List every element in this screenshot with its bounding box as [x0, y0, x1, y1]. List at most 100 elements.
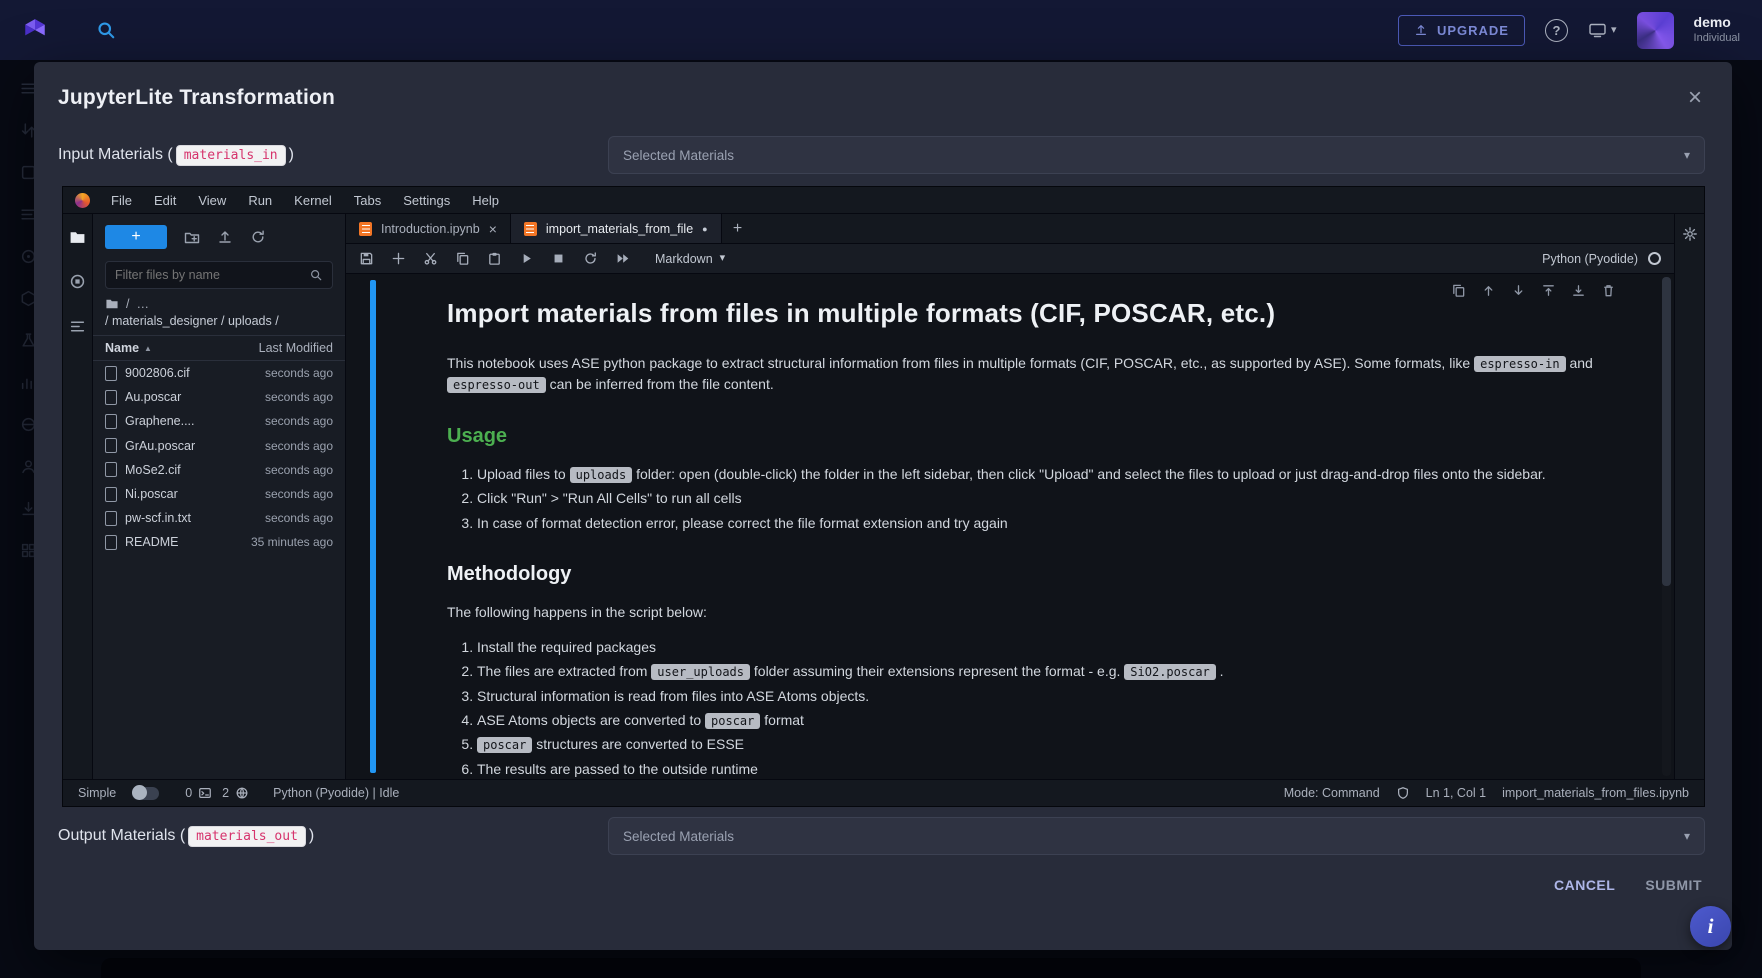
output-materials-select[interactable]: Selected Materials ▾	[608, 817, 1705, 855]
file-row[interactable]: README35 minutes ago	[93, 530, 345, 554]
copy-icon[interactable]	[455, 251, 470, 266]
output-materials-row: Output Materials ( materials_out ) Selec…	[34, 817, 1732, 855]
save-icon[interactable]	[359, 251, 374, 266]
breadcrumb-path[interactable]: / materials_designer / uploads /	[93, 311, 345, 335]
kernel-indicator: Python (Pyodide)	[1542, 252, 1661, 266]
terminals-count-group[interactable]: 0	[185, 786, 212, 800]
chevron-down-icon: ▾	[720, 253, 726, 264]
materials-out-chip: materials_out	[188, 826, 306, 847]
folder-tab-icon[interactable]	[69, 230, 86, 245]
file-row[interactable]: Ni.poscarseconds ago	[93, 482, 345, 506]
move-cell-up-icon[interactable]	[1481, 283, 1496, 298]
menu-kernel[interactable]: Kernel	[283, 193, 343, 208]
notebook-tabbar: Introduction.ipynb × import_materials_fr…	[346, 214, 1674, 244]
help-icon[interactable]: ?	[1545, 19, 1568, 42]
kernel-status[interactable]: Python (Pyodide) | Idle	[273, 786, 399, 800]
move-cell-down-icon[interactable]	[1511, 283, 1526, 298]
globe-icon	[235, 786, 249, 800]
new-folder-icon[interactable]	[184, 229, 200, 245]
cut-icon[interactable]	[423, 251, 438, 266]
file-row[interactable]: MoSe2.cifseconds ago	[93, 458, 345, 482]
breadcrumb-root[interactable]: /	[126, 297, 129, 311]
select-label: Selected Materials	[623, 148, 734, 163]
run-all-icon[interactable]	[615, 251, 630, 266]
file-row[interactable]: Graphene....seconds ago	[93, 409, 345, 433]
file-row[interactable]: pw-scf.in.txtseconds ago	[93, 506, 345, 530]
cell-type-select[interactable]: Markdown ▾	[655, 252, 725, 266]
file-icon	[105, 535, 117, 550]
output-materials-label: Output Materials ( materials_out )	[58, 826, 314, 847]
simple-mode-label: Simple	[78, 786, 116, 800]
dialog-title: JupyterLite Transformation	[58, 86, 335, 110]
user-block[interactable]: demo Individual	[1694, 14, 1740, 45]
menu-run[interactable]: Run	[237, 193, 283, 208]
new-launcher-button[interactable]: +	[105, 225, 167, 249]
cancel-button[interactable]: CANCEL	[1554, 877, 1615, 893]
submit-button[interactable]: SUBMIT	[1645, 877, 1702, 893]
upgrade-button[interactable]: UPGRADE	[1398, 15, 1525, 46]
tab-introduction[interactable]: Introduction.ipynb ×	[346, 214, 511, 243]
jupyterlite-logo-icon	[75, 193, 90, 208]
file-filter	[105, 261, 333, 289]
menu-view[interactable]: View	[187, 193, 237, 208]
active-filename[interactable]: import_materials_from_files.ipynb	[1502, 786, 1689, 800]
avatar[interactable]	[1637, 12, 1674, 49]
scrollbar-thumb[interactable]	[1662, 277, 1671, 586]
table-of-contents-icon[interactable]	[69, 318, 86, 335]
insert-cell-below-icon[interactable]	[1571, 283, 1586, 298]
select-label: Selected Materials	[623, 829, 734, 844]
file-row[interactable]: GrAu.poscarseconds ago	[93, 434, 345, 458]
user-name: demo	[1694, 14, 1740, 32]
simple-mode-toggle[interactable]	[132, 787, 159, 800]
kernels-count-group[interactable]: 2	[222, 786, 249, 800]
mat3ra-logo[interactable]	[22, 17, 48, 43]
stop-icon[interactable]	[551, 251, 566, 266]
methodology-intro: The following happens in the script belo…	[447, 602, 1628, 623]
jupyterlite-transformation-dialog: JupyterLite Transformation × Input Mater…	[34, 62, 1732, 950]
input-materials-select[interactable]: Selected Materials ▾	[608, 136, 1705, 174]
menu-tabs[interactable]: Tabs	[343, 193, 392, 208]
usage-heading: Usage	[447, 421, 1628, 451]
upload-icon[interactable]	[217, 229, 233, 245]
kernel-name[interactable]: Python (Pyodide)	[1542, 252, 1638, 266]
breadcrumb[interactable]: / …	[93, 293, 345, 311]
refresh-icon[interactable]	[250, 229, 266, 245]
tab-import-materials[interactable]: import_materials_from_file ●	[511, 214, 722, 243]
chevron-down-icon: ▾	[1611, 25, 1617, 36]
duplicate-cell-icon[interactable]	[1451, 283, 1466, 298]
menu-file[interactable]: File	[100, 193, 143, 208]
close-icon[interactable]: ×	[1688, 86, 1702, 110]
menu-settings[interactable]: Settings	[392, 193, 461, 208]
input-materials-label: Input Materials ( materials_in )	[58, 145, 294, 166]
user-plan: Individual	[1694, 32, 1740, 46]
breadcrumb-ellipsis[interactable]: …	[136, 297, 149, 311]
usage-item: Upload files to uploads folder: open (do…	[477, 464, 1628, 484]
paste-icon[interactable]	[487, 251, 502, 266]
unsaved-dot-icon: ●	[702, 224, 707, 234]
menu-help[interactable]: Help	[461, 193, 510, 208]
insert-cell-icon[interactable]	[391, 251, 406, 266]
file-row[interactable]: 9002806.cifseconds ago	[93, 361, 345, 385]
info-fab[interactable]: i	[1690, 906, 1731, 947]
property-inspector-gear-icon[interactable]	[1682, 226, 1698, 242]
methodology-list: Install the required packages The files …	[447, 637, 1628, 779]
notebook-scrollbar[interactable]	[1662, 277, 1671, 776]
delete-cell-icon[interactable]	[1601, 283, 1616, 298]
menu-edit[interactable]: Edit	[143, 193, 187, 208]
kernel-idle-icon[interactable]	[1648, 252, 1661, 265]
usage-item: Click "Run" > "Run All Cells" to run all…	[477, 488, 1628, 508]
insert-cell-above-icon[interactable]	[1541, 283, 1556, 298]
running-sessions-icon[interactable]	[69, 273, 86, 290]
new-tab-button[interactable]: +	[722, 214, 754, 243]
method-item: The results are passed to the outside ru…	[477, 759, 1628, 779]
column-name[interactable]: Name ▲	[105, 341, 152, 355]
viewport-selector[interactable]: ▾	[1588, 22, 1617, 38]
column-last-modified[interactable]: Last Modified	[259, 341, 333, 355]
run-icon[interactable]	[519, 251, 534, 266]
file-row[interactable]: Au.poscarseconds ago	[93, 385, 345, 409]
close-icon[interactable]: ×	[489, 221, 497, 237]
filter-files-input[interactable]	[115, 268, 309, 282]
restart-kernel-icon[interactable]	[583, 251, 598, 266]
search-icon[interactable]	[96, 20, 116, 40]
notebook-panel[interactable]: Import materials from files in multiple …	[346, 274, 1674, 779]
